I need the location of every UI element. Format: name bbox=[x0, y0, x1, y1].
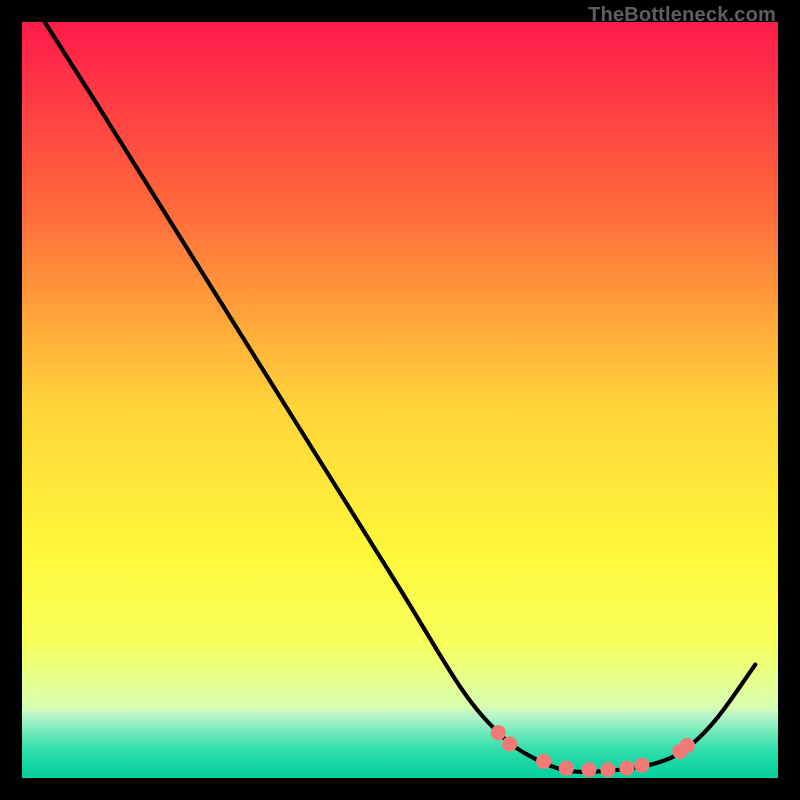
curve-marker bbox=[634, 758, 649, 773]
chart-frame: TheBottleneck.com bbox=[0, 0, 800, 800]
curve-marker bbox=[491, 725, 506, 740]
curve-marker bbox=[619, 761, 634, 776]
curve-marker bbox=[680, 738, 695, 753]
gradient-background bbox=[22, 22, 778, 778]
curve-marker bbox=[600, 762, 615, 777]
watermark-text: TheBottleneck.com bbox=[588, 4, 776, 27]
curve-marker bbox=[536, 754, 551, 769]
curve-marker bbox=[502, 736, 517, 751]
bottleneck-chart bbox=[22, 22, 778, 778]
curve-marker bbox=[581, 762, 596, 777]
curve-marker bbox=[559, 761, 574, 776]
